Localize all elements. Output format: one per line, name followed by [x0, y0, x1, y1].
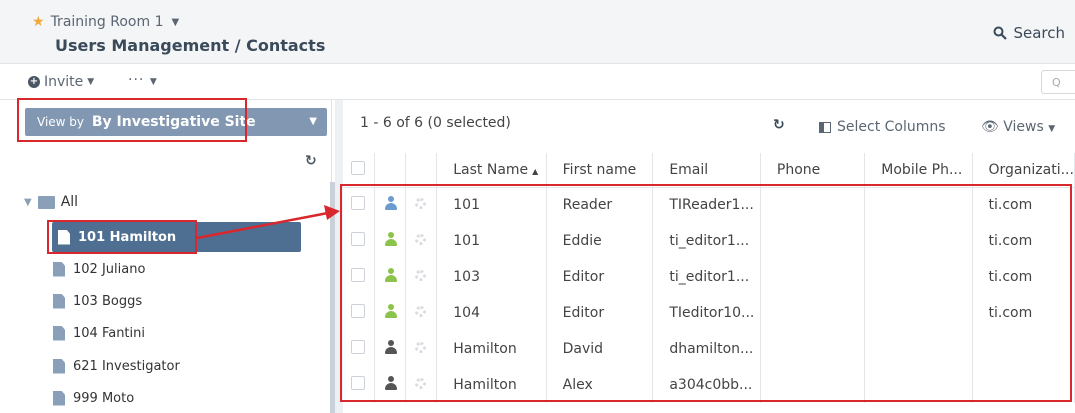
chevron-down-icon: ▼ — [1048, 124, 1056, 134]
room-selector[interactable]: ★ Training Room 1 ▼ — [32, 14, 179, 30]
more-actions-button[interactable]: ··· ▼ — [128, 72, 158, 88]
search-icon — [993, 26, 1008, 40]
record-count: 1 - 6 of 6 (0 selected) — [360, 115, 511, 131]
column-header-mobile-phone[interactable]: Mobile Ph... — [864, 153, 973, 188]
search-icon: Q — [1052, 76, 1061, 89]
toolbar: + Invite ▼ ··· ▼ Q — [0, 64, 1075, 100]
column-label: Last Name — [453, 161, 529, 178]
toolbar-search-input[interactable]: Q — [1041, 70, 1075, 94]
annotation-box-selected-site — [47, 220, 197, 254]
plus-icon: + — [28, 76, 40, 88]
views-button[interactable]: 👁 Views ▼ — [981, 119, 1055, 135]
sort-ascending-icon[interactable]: ▲ — [532, 167, 538, 176]
chevron-down-icon: ▼ — [87, 77, 95, 87]
site-label: 103 Boggs — [73, 293, 143, 309]
folder-icon — [37, 195, 55, 209]
column-label: First name — [562, 161, 637, 178]
table-header-row: Last Name ▲ First name Email Phone Mobile… — [343, 153, 1075, 188]
site-item-999-moto[interactable]: 999 Moto — [53, 383, 134, 413]
refresh-icon[interactable]: ↻ — [773, 117, 785, 133]
select-columns-button[interactable]: Select Columns — [819, 119, 946, 135]
invite-label: Invite — [44, 74, 84, 90]
invite-button[interactable]: + Invite ▼ — [28, 74, 94, 90]
columns-icon — [819, 121, 831, 133]
eye-icon: 👁 — [981, 119, 999, 135]
annotation-box-view-by — [17, 98, 247, 142]
site-label: 102 Juliano — [73, 261, 146, 277]
document-icon — [53, 358, 65, 374]
site-item-104-fantini[interactable]: 104 Fantini — [53, 318, 145, 348]
site-item-103-boggs[interactable]: 103 Boggs — [53, 286, 142, 316]
select-all-checkbox[interactable] — [351, 160, 365, 175]
more-label: ··· — [128, 72, 145, 88]
document-icon — [53, 293, 65, 309]
column-header-type — [374, 153, 407, 188]
column-header-settings — [405, 153, 438, 188]
refresh-icon[interactable]: ↻ — [305, 153, 317, 169]
sidebar: View by By Investigative Site ▼ ↻ ▼ All … — [0, 100, 335, 413]
column-header-organization[interactable]: Organizati... — [972, 153, 1075, 188]
site-label: 621 Investigator — [73, 358, 180, 374]
app-header: ★ Training Room 1 ▼ Users Management / C… — [0, 0, 1075, 64]
site-label: 104 Fantini — [73, 325, 145, 341]
column-label: Mobile Ph... — [881, 161, 963, 178]
document-icon — [53, 261, 65, 277]
star-icon[interactable]: ★ — [32, 14, 45, 30]
site-item-102-juliano[interactable]: 102 Juliano — [53, 254, 145, 284]
column-label: Phone — [776, 161, 821, 178]
column-header-phone[interactable]: Phone — [760, 153, 866, 188]
page-title: Users Management / Contacts — [55, 36, 326, 55]
search-button[interactable]: Search — [993, 24, 1065, 42]
room-name[interactable]: Training Room 1 — [51, 14, 164, 30]
column-header-first-name[interactable]: First name — [546, 153, 654, 188]
site-item-621-investigator[interactable]: 621 Investigator — [53, 351, 180, 381]
select-columns-label: Select Columns — [837, 119, 946, 135]
chevron-down-icon[interactable]: ▼ — [171, 17, 179, 28]
expand-icon[interactable]: ▼ — [24, 197, 32, 208]
column-label: Email — [669, 161, 709, 178]
select-all-cell[interactable] — [343, 153, 375, 188]
site-label: 999 Moto — [73, 390, 135, 406]
chevron-down-icon: ▼ — [309, 116, 317, 127]
tree-root-all[interactable]: ▼ All — [24, 194, 78, 210]
column-header-last-name[interactable]: Last Name ▲ — [436, 153, 547, 188]
column-header-email[interactable]: Email — [652, 153, 761, 188]
document-icon — [53, 390, 65, 406]
chevron-down-icon: ▼ — [149, 77, 158, 87]
column-label: Organizati... — [988, 161, 1074, 178]
document-icon — [53, 325, 65, 341]
annotation-box-contacts-rows — [340, 184, 1072, 402]
tree-root-label: All — [60, 194, 79, 210]
views-label: Views — [1003, 119, 1044, 135]
search-label: Search — [1013, 24, 1065, 42]
